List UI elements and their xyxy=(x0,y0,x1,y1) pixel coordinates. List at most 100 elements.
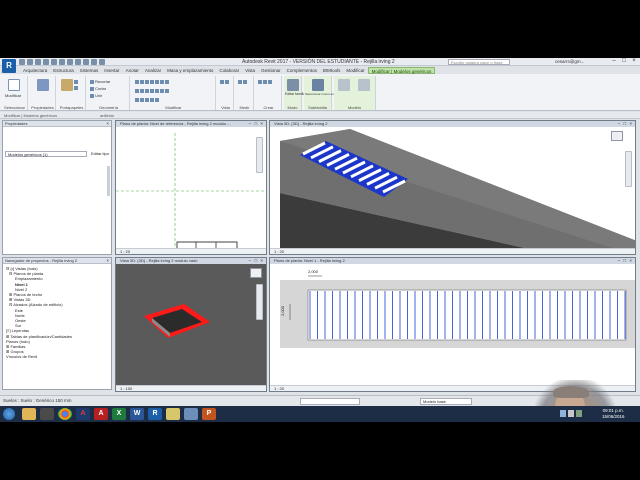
chrome-icon[interactable] xyxy=(58,408,72,420)
cope-button[interactable]: Recortar xyxy=(90,79,110,84)
properties-icon[interactable] xyxy=(37,79,49,91)
maximize-icon[interactable]: □ xyxy=(620,58,628,65)
panel-label: Crear xyxy=(263,105,274,110)
thin-lines-icon[interactable] xyxy=(91,59,97,65)
tab-colaborar[interactable]: Colaborar xyxy=(216,67,242,74)
search-input[interactable]: Escribir palabra clave o frase xyxy=(448,59,510,65)
acrobat-icon[interactable]: A xyxy=(76,408,90,420)
viewcube[interactable] xyxy=(250,268,262,278)
tab-gestionar[interactable]: Gestionar xyxy=(258,67,284,74)
user-account[interactable]: cesarrs@gm... xyxy=(555,59,584,64)
grate-element xyxy=(176,241,238,254)
navigation-bar[interactable] xyxy=(256,137,263,173)
folder-icon[interactable] xyxy=(22,408,36,420)
print-icon[interactable] xyxy=(51,59,57,65)
edit-family-button[interactable]: Editar familia xyxy=(285,92,305,97)
in-place-model-icon[interactable] xyxy=(358,79,370,91)
tab-vista[interactable]: Vista xyxy=(242,67,258,74)
battery-icon[interactable] xyxy=(576,410,582,417)
options-bar-host: anfitrión xyxy=(100,113,115,118)
viewport-plan-level1[interactable]: Plano de planta: Nivel 1 - Rejilla irvin… xyxy=(269,257,636,392)
view-scale[interactable]: 1 : 20 xyxy=(274,249,284,254)
modify-tools-row-2[interactable] xyxy=(135,88,170,93)
measure-tools[interactable] xyxy=(238,79,248,84)
workset-selector[interactable] xyxy=(300,398,360,405)
navigation-bar[interactable] xyxy=(625,151,632,187)
revit-icon[interactable]: R xyxy=(148,408,162,420)
tab-sistemas[interactable]: Sistemas xyxy=(77,67,102,74)
view-scale[interactable]: 1 : 20 xyxy=(274,386,284,391)
powerpoint-icon[interactable]: P xyxy=(202,408,216,420)
pick-host-icon[interactable] xyxy=(312,79,324,91)
modify-tools-row-3[interactable] xyxy=(135,97,160,102)
paste-icon[interactable] xyxy=(61,79,73,91)
redo-icon[interactable] xyxy=(43,59,49,65)
3d-slab-drawing xyxy=(280,129,635,254)
revit-window: Autodesk Revit 2017 - VERSIÓN DEL ESTUDI… xyxy=(0,58,640,406)
files-icon[interactable] xyxy=(166,408,180,420)
minimize-icon[interactable]: – xyxy=(610,58,618,65)
cut-button[interactable]: Cortar xyxy=(90,86,106,91)
design-option-selector[interactable]: Modelo base xyxy=(420,398,472,405)
tab-arquitectura[interactable]: Arquitectura xyxy=(20,67,50,74)
tree-item[interactable]: ⊟ Alzados (Alzado de edificio) xyxy=(6,302,72,307)
tab-modificar-modelos-gen-ricos[interactable]: Modificar | Modelos genéricos xyxy=(367,67,436,74)
join-button[interactable]: Unir xyxy=(90,93,102,98)
network-icon[interactable] xyxy=(560,410,566,417)
panel-seleccionar: Modificar Seleccionar xyxy=(2,76,28,110)
autocad-icon[interactable]: A xyxy=(94,408,108,420)
measure-icon[interactable] xyxy=(59,59,65,65)
edit-type-button[interactable]: Editar tipo xyxy=(91,151,109,157)
tab-anotar[interactable]: Anotar xyxy=(123,67,142,74)
view-scale[interactable]: 1 : 20 xyxy=(120,249,130,254)
close-icon[interactable]: × xyxy=(106,258,109,264)
tab-bimtools[interactable]: BIMtools xyxy=(320,67,344,74)
undo-icon[interactable] xyxy=(35,59,41,65)
edit-family-icon[interactable] xyxy=(287,79,299,91)
explorer-icon[interactable] xyxy=(184,408,198,420)
volume-icon[interactable] xyxy=(568,410,574,417)
tab-insertar[interactable]: Insertar xyxy=(101,67,122,74)
modify-arrow-icon[interactable] xyxy=(8,79,20,91)
panel-crear: Crear xyxy=(256,76,282,110)
panel-modo: Editar familia Modo xyxy=(284,76,305,110)
navigation-bar[interactable] xyxy=(256,284,263,320)
viewport-plan-reference[interactable]: Plano de planta: Nivel de referencia - R… xyxy=(115,120,267,255)
word-icon[interactable]: W xyxy=(130,408,144,420)
excel-icon[interactable]: X xyxy=(112,408,126,420)
tab-analizar[interactable]: Analizar xyxy=(142,67,164,74)
panel-label: Modificar xyxy=(165,105,182,110)
tree-item[interactable]: Vínculos de Revit xyxy=(6,354,72,359)
properties-scrollbar[interactable] xyxy=(107,166,110,196)
panel-medir: Medir xyxy=(236,76,254,110)
system-clock[interactable]: 09:01 p.m. 15/06/2016 xyxy=(602,408,625,420)
viewcube[interactable] xyxy=(611,131,623,141)
type-selector[interactable]: Modelos genéricos (1) xyxy=(5,151,87,157)
app-menu-button[interactable]: R xyxy=(2,59,16,73)
open-icon[interactable] xyxy=(19,59,25,65)
tab-masa-y-emplazamiento[interactable]: Masa y emplazamiento xyxy=(164,67,216,74)
close-hidden-icon[interactable] xyxy=(99,59,105,65)
cut-model-icon[interactable] xyxy=(338,79,350,91)
start-button[interactable] xyxy=(3,408,15,420)
view-scale[interactable]: 1 : 100 xyxy=(120,386,132,391)
panel-label: Modelo xyxy=(347,105,362,110)
tab-complementos[interactable]: Complementos xyxy=(284,67,320,74)
modify-tools-row-1[interactable] xyxy=(135,79,170,84)
create-tools[interactable] xyxy=(258,79,273,84)
close-icon[interactable]: × xyxy=(106,121,109,127)
viewport-3d-main[interactable]: Vista 3D: {3D} - Rejilla irving 2– □ × 1… xyxy=(269,120,636,255)
section-icon[interactable] xyxy=(83,59,89,65)
viewport-3d-module[interactable]: Vista 3D: {3D} - Rejilla irving 2 modulo… xyxy=(115,257,267,392)
status-message: Suelos : Suelo : Genérico 150 mm xyxy=(3,398,72,403)
modify-button[interactable]: Modificar xyxy=(5,93,21,98)
tab-modificar[interactable]: Modificar xyxy=(343,67,367,74)
3d-icon[interactable] xyxy=(75,59,81,65)
text-icon[interactable] xyxy=(67,59,73,65)
view-tools[interactable] xyxy=(220,79,230,84)
system-tray xyxy=(560,410,582,417)
tab-estructura[interactable]: Estructura xyxy=(50,67,77,74)
media-player-icon[interactable] xyxy=(40,408,54,420)
save-icon[interactable] xyxy=(27,59,33,65)
close-icon[interactable]: × xyxy=(630,58,638,65)
